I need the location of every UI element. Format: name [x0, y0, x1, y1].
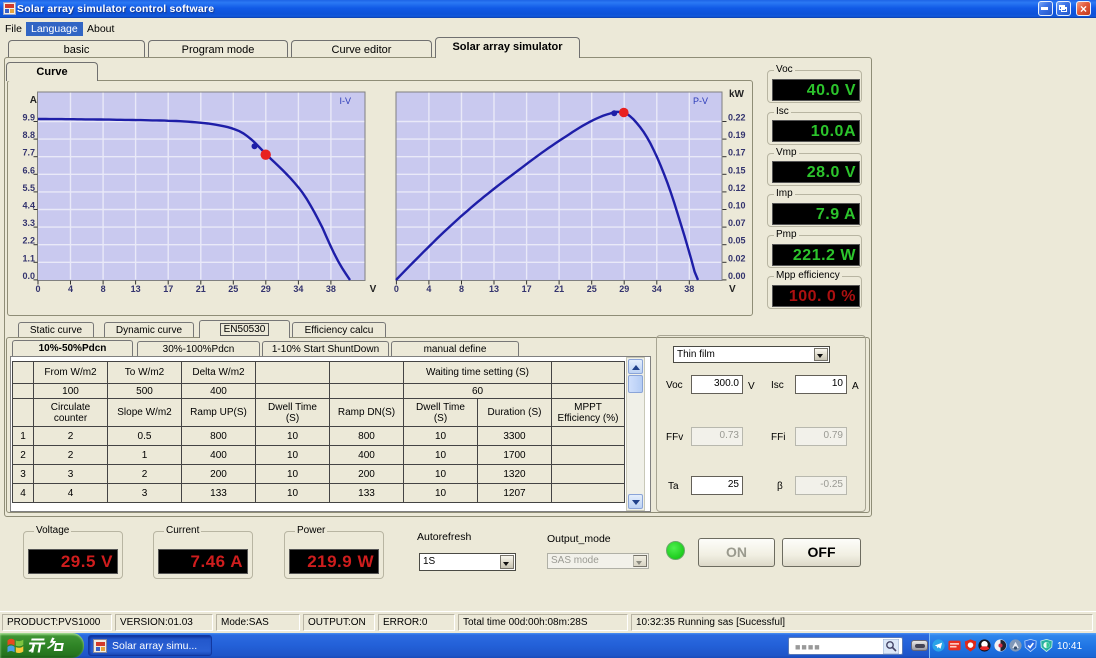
svg-text:0.19: 0.19 — [728, 130, 746, 140]
svg-text:0.07: 0.07 — [728, 218, 746, 228]
svg-text:17: 17 — [522, 284, 532, 294]
svg-text:34: 34 — [293, 284, 303, 294]
svg-text:0.02: 0.02 — [728, 253, 746, 263]
svg-text:0.10: 0.10 — [728, 201, 746, 211]
svg-text:13: 13 — [489, 284, 499, 294]
svg-text:29: 29 — [261, 284, 271, 294]
svg-text:21: 21 — [196, 284, 206, 294]
svg-text:V: V — [370, 284, 377, 295]
svg-text:0: 0 — [35, 284, 40, 294]
svg-text:0.22: 0.22 — [728, 113, 746, 123]
svg-text:6.6: 6.6 — [22, 165, 35, 175]
svg-text:1.1: 1.1 — [22, 253, 35, 263]
svg-text:9.9: 9.9 — [22, 113, 35, 123]
svg-text:4: 4 — [426, 284, 431, 294]
svg-text:5.5: 5.5 — [22, 183, 35, 193]
svg-text:0: 0 — [394, 284, 399, 294]
svg-text:kW: kW — [729, 89, 745, 100]
svg-text:4: 4 — [68, 284, 73, 294]
svg-text:3.3: 3.3 — [22, 218, 35, 228]
svg-text:7.7: 7.7 — [22, 148, 35, 158]
svg-text:38: 38 — [684, 284, 694, 294]
svg-text:A: A — [30, 95, 37, 106]
svg-text:8.8: 8.8 — [22, 130, 35, 140]
svg-text:0.00: 0.00 — [728, 271, 746, 281]
svg-text:38: 38 — [326, 284, 336, 294]
svg-text:V: V — [729, 284, 736, 295]
svg-text:0.05: 0.05 — [728, 236, 746, 246]
svg-text:P-V: P-V — [693, 96, 708, 106]
svg-text:13: 13 — [131, 284, 141, 294]
svg-text:0.12: 0.12 — [728, 183, 746, 193]
svg-text:8: 8 — [459, 284, 464, 294]
svg-text:25: 25 — [228, 284, 238, 294]
svg-text:8: 8 — [101, 284, 106, 294]
svg-text:0.17: 0.17 — [728, 148, 746, 158]
svg-text:21: 21 — [554, 284, 564, 294]
svg-text:0.0: 0.0 — [22, 271, 35, 281]
svg-text:29: 29 — [619, 284, 629, 294]
svg-text:17: 17 — [163, 284, 173, 294]
svg-text:0.15: 0.15 — [728, 165, 746, 175]
svg-text:2.2: 2.2 — [22, 236, 35, 246]
svg-text:34: 34 — [652, 284, 662, 294]
svg-text:I-V: I-V — [339, 96, 351, 106]
svg-text:4.4: 4.4 — [22, 201, 35, 211]
svg-text:25: 25 — [587, 284, 597, 294]
